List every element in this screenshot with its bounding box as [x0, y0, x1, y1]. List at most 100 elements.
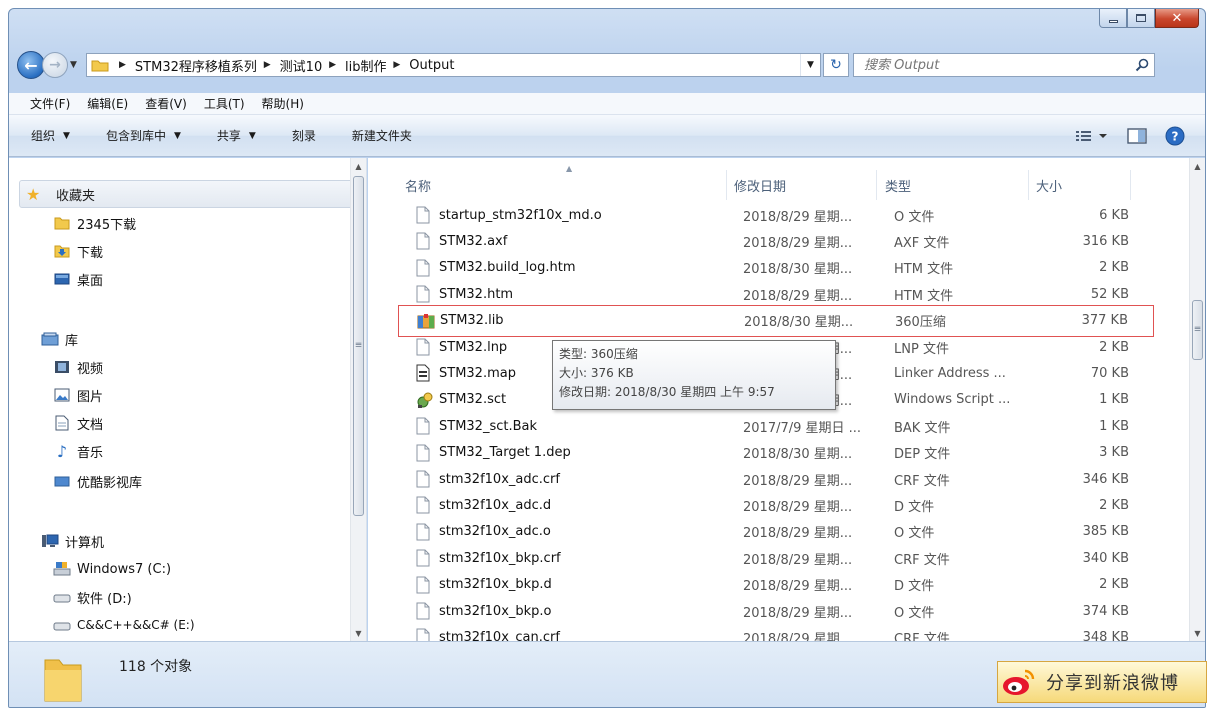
file-row[interactable]: stm32f10x_adc.o 2018/8/29 星期... O 文件 385 KB [398, 520, 1154, 544]
video-icon [53, 359, 71, 375]
scroll-up-icon[interactable]: ▲ [351, 158, 366, 174]
desktop-icon [53, 271, 71, 287]
breadcrumb-separator[interactable]: ▶ [391, 60, 400, 70]
nav-libraries-label: 库 [65, 333, 79, 349]
file-row[interactable]: STM32.build_log.htm 2018/8/30 星期... HTM 文件… [398, 256, 1154, 280]
menu-help[interactable]: 帮助(H) [261, 93, 305, 114]
file-name: stm32f10x_adc.crf [439, 471, 560, 487]
column-headers: ▲ 名称 修改日期 类型 大小 [368, 158, 1188, 204]
forward-arrow-icon: → [49, 57, 61, 73]
breadcrumb-item[interactable]: Output [409, 58, 454, 73]
recent-pages-dropdown[interactable]: ▼ [70, 60, 82, 70]
column-divider[interactable] [876, 170, 877, 200]
address-history-dropdown[interactable]: ▼ [800, 54, 820, 76]
nav-item-label: C&&C++&&C# (E:) [77, 618, 195, 632]
nav-item-pictures[interactable]: 图片 [53, 384, 103, 406]
share-with-button[interactable]: 共享 ▼ [217, 127, 256, 144]
maximize-button[interactable] [1127, 9, 1155, 28]
file-row[interactable]: STM32_sct.Bak 2017/7/9 星期日 ... BAK 文件 1 KB [398, 414, 1154, 438]
nav-item-label: 优酷影视库 [77, 475, 143, 491]
nav-libraries[interactable]: 库 [41, 328, 78, 350]
forward-button[interactable]: → [42, 52, 68, 78]
nav-item-downloads[interactable]: 下载 [53, 240, 103, 262]
nav-item-documents[interactable]: 文档 [53, 412, 103, 434]
nav-item-videos[interactable]: 视频 [53, 356, 103, 378]
breadcrumb-item[interactable]: STM32程序移植系列 ▶ [135, 56, 280, 75]
preview-pane-button[interactable] [1127, 128, 1147, 144]
file-row[interactable]: stm32f10x_bkp.o 2018/8/29 星期... O 文件 374 KB [398, 599, 1154, 623]
file-tooltip: 类型: 360压缩 大小: 376 KB 修改日期: 2018/8/30 星期四… [552, 340, 836, 410]
file-row[interactable]: stm32f10x_adc.d 2018/8/29 星期... D 文件 2 KB [398, 493, 1154, 517]
search-button[interactable] [1130, 54, 1154, 76]
file-row[interactable]: STM32.axf 2018/8/29 星期... AXF 文件 316 KB [398, 229, 1154, 253]
star-icon: ★ [26, 185, 41, 204]
nav-scrollbar[interactable]: ▲ ≡ ▼ [350, 158, 366, 641]
list-scrollbar[interactable]: ▲ ≡ ▼ [1189, 158, 1205, 641]
menu-tools[interactable]: 工具(T) [203, 93, 246, 114]
file-date: 2018/8/30 星期... [743, 262, 853, 278]
list-scroll-thumb[interactable]: ≡ [1192, 300, 1203, 360]
blank-file-icon [416, 602, 432, 620]
pictures-icon [53, 387, 71, 403]
maximize-icon [1136, 14, 1146, 22]
file-row[interactable]: startup_stm32f10x_md.o 2018/8/29 星期... O 文… [398, 203, 1154, 227]
burn-button[interactable]: 刻录 [292, 127, 316, 144]
nav-item-label: 图片 [77, 389, 104, 405]
file-row[interactable]: stm32f10x_bkp.d 2018/8/29 星期... D 文件 2 KB [398, 573, 1154, 597]
column-header-name[interactable]: 名称 [405, 176, 431, 196]
column-divider[interactable] [1130, 170, 1131, 200]
breadcrumb-root-arrow[interactable]: ▶ [115, 60, 135, 70]
nav-drive-d[interactable]: 软件 (D:) [53, 586, 132, 608]
organize-button[interactable]: 组织 ▼ [31, 127, 70, 144]
scroll-up-icon[interactable]: ▲ [1190, 158, 1205, 174]
column-header-type[interactable]: 类型 [885, 176, 911, 196]
column-divider[interactable] [1028, 170, 1029, 200]
blank-file-icon [416, 444, 432, 462]
nav-item-music[interactable]: ♪ 音乐 [53, 440, 103, 462]
file-row[interactable]: stm32f10x_bkp.crf 2018/8/29 星期... CRF 文件 34… [398, 546, 1154, 570]
sort-ascending-icon: ▲ [566, 164, 573, 173]
caption-buttons: ✕ [1099, 9, 1199, 28]
help-button[interactable]: ? [1165, 126, 1185, 146]
back-button[interactable]: ← [17, 51, 45, 79]
file-row[interactable]: STM32.htm 2018/8/29 星期... HTM 文件 52 KB [398, 282, 1154, 306]
nav-item-2345-downloads[interactable]: 2345下载 [53, 212, 136, 234]
nav-drive-e[interactable]: C&&C++&&C# (E:) [53, 614, 195, 636]
address-bar[interactable]: ▶ STM32程序移植系列 ▶ 测试10 ▶ lib制作 ▶ Output ▼ [86, 53, 821, 77]
column-divider[interactable] [726, 170, 727, 200]
menu-file[interactable]: 文件(F) [29, 93, 71, 114]
new-folder-button[interactable]: 新建文件夹 [352, 127, 412, 144]
share-to-weibo-button[interactable]: 分享到新浪微博 [997, 661, 1207, 703]
file-size: 346 KB [1082, 471, 1129, 487]
search-input[interactable] [854, 55, 1130, 75]
nav-drive-c[interactable]: Windows7 (C:) [53, 558, 171, 580]
nav-favorites[interactable]: ★ 收藏夹 [19, 180, 350, 208]
file-row[interactable]: STM32.lib 2018/8/30 星期... 360压缩 377 KB [398, 304, 1154, 337]
file-type: Linker Address ... [894, 365, 1006, 381]
breadcrumb-item[interactable]: 测试10 ▶ [280, 56, 345, 75]
include-in-library-button[interactable]: 包含到库中 ▼ [106, 127, 181, 144]
column-header-size[interactable]: 大小 [1036, 176, 1062, 196]
nav-item-youku[interactable]: 优酷影视库 [53, 470, 142, 492]
blank-file-icon [416, 232, 432, 250]
breadcrumb-separator[interactable]: ▶ [326, 60, 336, 70]
file-row[interactable]: stm32f10x_adc.crf 2018/8/29 星期... CRF 文件 34… [398, 467, 1154, 491]
refresh-button[interactable]: ↻ [823, 53, 849, 77]
refresh-icon: ↻ [830, 57, 842, 73]
change-view-button[interactable] [1075, 129, 1109, 143]
breadcrumb-separator[interactable]: ▶ [261, 60, 271, 70]
nav-item-desktop[interactable]: 桌面 [53, 268, 103, 290]
file-size: 2 KB [1099, 260, 1129, 276]
nav-computer[interactable]: 计算机 [41, 530, 104, 552]
file-row[interactable]: STM32_Target 1.dep 2018/8/30 星期... DEP 文件 3… [398, 441, 1154, 465]
minimize-button[interactable] [1099, 9, 1127, 28]
share-to-weibo-label: 分享到新浪微博 [1046, 673, 1179, 694]
column-header-date[interactable]: 修改日期 [734, 176, 786, 196]
close-button[interactable]: ✕ [1155, 9, 1199, 28]
breadcrumb-item[interactable]: lib制作 ▶ [345, 56, 409, 75]
menu-view[interactable]: 查看(V) [144, 93, 188, 114]
scroll-down-icon[interactable]: ▼ [351, 625, 366, 641]
scroll-down-icon[interactable]: ▼ [1190, 625, 1205, 641]
nav-scroll-thumb[interactable]: ≡ [353, 176, 364, 516]
menu-edit[interactable]: 编辑(E) [86, 93, 129, 114]
